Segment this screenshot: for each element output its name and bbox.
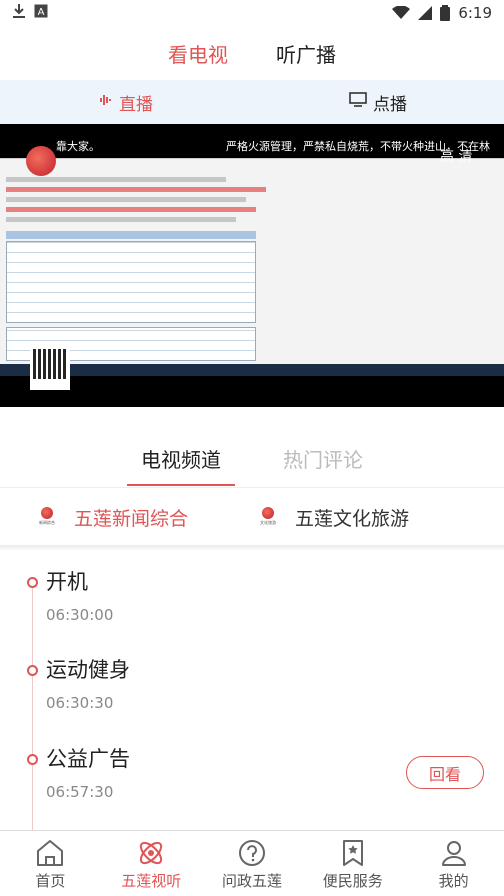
channel-list: 新闻综合 五莲新闻综合 文化旅游 五莲文化旅游 bbox=[0, 496, 504, 540]
nav-ask-gov-label: 问政五莲 bbox=[221, 872, 282, 890]
tab-vod-label: 点播 bbox=[373, 94, 407, 115]
font-icon: A bbox=[34, 4, 48, 22]
monitor-icon bbox=[349, 91, 367, 113]
home-icon bbox=[35, 839, 65, 867]
spreadsheet-frame bbox=[0, 158, 504, 366]
signal-icon bbox=[418, 6, 433, 20]
text-line bbox=[6, 177, 226, 182]
nav-wulian-av-label: 五莲视听 bbox=[121, 872, 182, 890]
tab-live-label: 直播 bbox=[119, 94, 153, 115]
tab-tv-channels[interactable]: 电视频道 bbox=[127, 430, 235, 486]
timeline-dot-icon bbox=[27, 577, 38, 588]
replay-button[interactable]: 回看 bbox=[406, 756, 484, 789]
text-line bbox=[6, 187, 266, 192]
tab-vod[interactable]: 点播 bbox=[252, 80, 504, 124]
channel-logo-text: 新闻综合 bbox=[39, 519, 55, 525]
nav-wulian-av[interactable]: 五莲视听 bbox=[101, 831, 202, 896]
battery-icon bbox=[440, 5, 451, 21]
tab-listen-radio[interactable]: 听广播 bbox=[276, 39, 336, 68]
clock-time: 6:19 bbox=[458, 4, 492, 22]
tab-live[interactable]: 直播 bbox=[0, 80, 252, 124]
channel-logo-icon: 文化旅游 bbox=[257, 506, 279, 529]
text-line bbox=[6, 197, 246, 202]
program-title: 公益广告 bbox=[46, 747, 130, 771]
nav-home[interactable]: 首页 bbox=[0, 831, 101, 896]
program-time: 06:57:30 bbox=[46, 783, 114, 801]
nav-mine-label: 我的 bbox=[438, 872, 469, 890]
status-bar: A 6:19 bbox=[0, 0, 504, 26]
tab-watch-tv[interactable]: 看电视 bbox=[168, 39, 228, 68]
video-player[interactable]: 靠大家。 严格火源管理，严禁私自烧荒，不带火种进山，不在林 高 清 bbox=[0, 124, 504, 407]
user-icon bbox=[439, 839, 469, 867]
text-line bbox=[6, 207, 256, 212]
table-header bbox=[6, 231, 256, 239]
taskbar bbox=[0, 364, 504, 376]
nav-services-label: 便民服务 bbox=[322, 872, 383, 890]
atom-icon bbox=[136, 839, 166, 867]
nav-ask-gov[interactable]: 问政五莲 bbox=[202, 831, 303, 896]
text-line bbox=[6, 217, 236, 222]
channel-wulian-news[interactable]: 新闻综合 五莲新闻综合 bbox=[36, 504, 188, 531]
channel-name: 五莲新闻综合 bbox=[74, 508, 189, 530]
program-title: 开机 bbox=[46, 570, 88, 594]
quality-label[interactable]: 高 清 bbox=[440, 146, 472, 166]
ticker-left: 靠大家。 bbox=[56, 140, 100, 153]
bookmark-star-icon bbox=[338, 839, 368, 867]
qr-pattern bbox=[33, 349, 67, 379]
download-icon bbox=[12, 3, 26, 23]
question-icon bbox=[237, 839, 267, 867]
program-time: 06:30:30 bbox=[46, 694, 114, 712]
wifi-icon bbox=[392, 6, 411, 20]
section-shadow bbox=[0, 545, 504, 551]
tab-hot-comments[interactable]: 热门评论 bbox=[283, 430, 363, 486]
top-tabs: 看电视 听广播 bbox=[0, 26, 504, 80]
qr-code bbox=[30, 346, 70, 390]
nav-mine[interactable]: 我的 bbox=[403, 831, 504, 896]
sub-tabs: 直播 点播 bbox=[0, 80, 504, 124]
table-grid bbox=[6, 241, 256, 323]
channel-logo-text: 文化旅游 bbox=[260, 519, 276, 525]
channel-tabs: 电视频道 热门评论 bbox=[0, 430, 504, 486]
divider bbox=[0, 487, 504, 488]
channel-logo-icon: 新闻综合 bbox=[36, 506, 58, 529]
channel-wulian-culture[interactable]: 文化旅游 五莲文化旅游 bbox=[257, 504, 409, 531]
program-time: 06:30:00 bbox=[46, 606, 114, 624]
program-title: 运动健身 bbox=[46, 658, 130, 682]
svg-text:A: A bbox=[38, 7, 45, 18]
live-wave-icon bbox=[99, 92, 113, 112]
timeline-line bbox=[32, 582, 33, 832]
nav-services[interactable]: 便民服务 bbox=[302, 831, 403, 896]
bottom-nav: 首页 五莲视听 问政五莲 便民服务 我的 bbox=[0, 830, 504, 896]
timeline-dot-icon bbox=[27, 665, 38, 676]
station-logo bbox=[26, 146, 56, 176]
nav-home-label: 首页 bbox=[35, 872, 66, 890]
channel-name: 五莲文化旅游 bbox=[295, 508, 410, 530]
program-schedule: 开机 06:30:00 运动健身 06:30:30 公益广告 06:57:30 bbox=[0, 552, 504, 832]
news-ticker: 靠大家。 严格火源管理，严禁私自烧荒，不带火种进山，不在林 bbox=[0, 128, 504, 158]
timeline-dot-icon bbox=[27, 754, 38, 765]
